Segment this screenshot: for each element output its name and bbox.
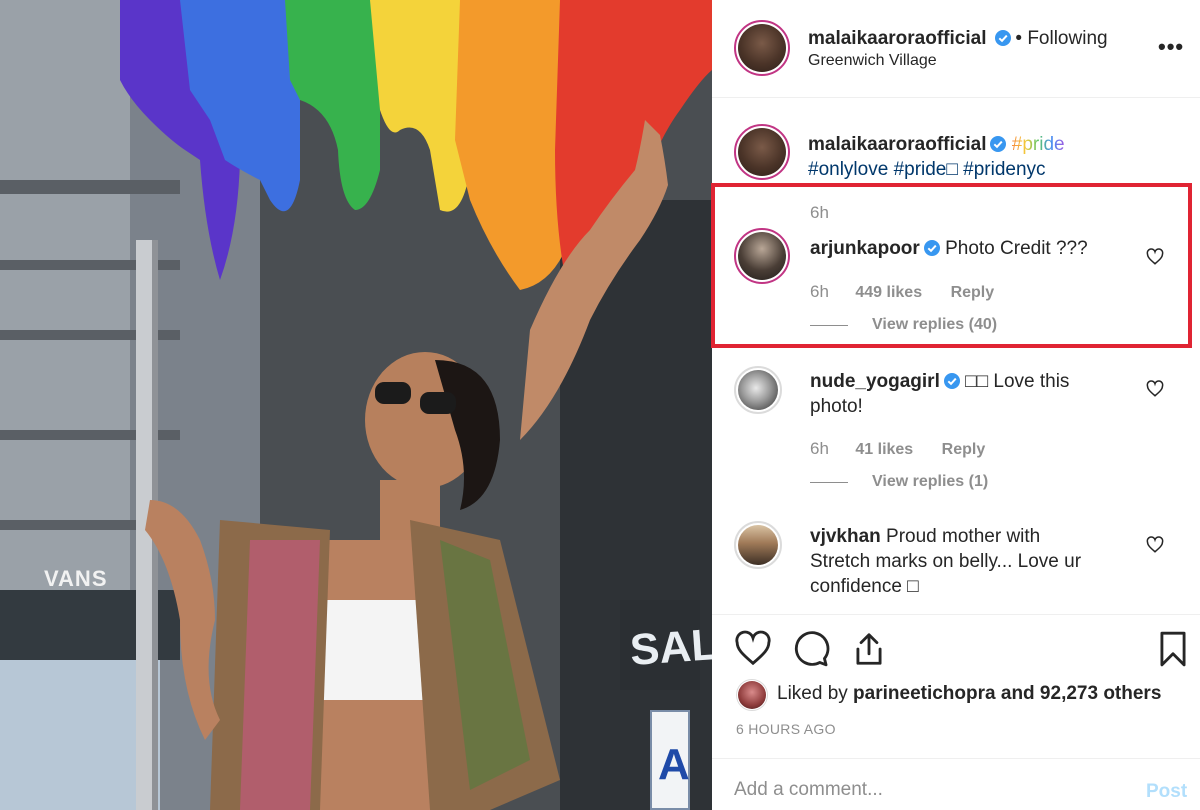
comment-like-heart-icon[interactable]: [1146, 536, 1164, 554]
comment-bubble-icon[interactable]: [792, 630, 830, 668]
post-photo[interactable]: VANS SALE A: [0, 0, 712, 810]
comment-meta: 6h 41 likes Reply: [810, 439, 1009, 459]
post-timestamp[interactable]: 6 HOURS AGO: [736, 721, 836, 737]
post-comment-button[interactable]: Post: [1146, 781, 1187, 803]
comment-text-line2: Stretch marks on belly... Love ur: [810, 551, 1082, 572]
verified-badge-icon: [994, 30, 1011, 46]
liked-by-summary[interactable]: Liked by parineetichopra and 92,273 othe…: [777, 683, 1161, 705]
comment-avatar-vjvkhan[interactable]: [734, 521, 782, 569]
comment-nude-yogagirl: nude_yogagirl □□ Love this photo!: [810, 369, 1069, 419]
comment-avatar-nude-yogagirl[interactable]: [734, 366, 782, 414]
comment-text-line1: Proud mother with: [886, 526, 1041, 547]
caption-username[interactable]: malaikaaroraofficial: [808, 134, 986, 155]
comment-vjvkhan: vjvkhan Proud mother with Stretch marks …: [810, 524, 1140, 599]
sale-sign: SALE: [628, 617, 712, 676]
comment-reply-button[interactable]: Reply: [942, 441, 986, 458]
caption-avatar[interactable]: [734, 124, 790, 180]
comment-username[interactable]: vjvkhan: [810, 526, 881, 547]
verified-badge-icon: [943, 373, 960, 389]
add-comment-bar: Post: [712, 758, 1200, 810]
vans-sign: VANS: [44, 566, 108, 591]
comment-text-line3: confidence □: [810, 576, 919, 597]
view-replies-label[interactable]: View replies (1): [872, 473, 988, 491]
highlighted-comment-frame: [711, 183, 1192, 348]
hashtag-pride-emoji[interactable]: #pride□: [894, 159, 958, 180]
post-side-panel: malaikaaroraofficial • Following Greenwi…: [712, 0, 1200, 810]
header-line: malaikaaroraofficial • Following: [808, 28, 1108, 50]
comment-likes[interactable]: 41 likes: [855, 441, 913, 458]
following-status[interactable]: • Following: [1015, 28, 1107, 49]
liked-by-user[interactable]: parineetichopra: [853, 683, 996, 704]
comment-text-line1: □□ Love this: [965, 371, 1070, 392]
hashtag-onlylove[interactable]: #onlylove: [808, 159, 888, 180]
hashtag-pridenyc[interactable]: #pridenyc: [963, 159, 1045, 180]
verified-badge-icon: [990, 136, 1007, 152]
view-replies-nude-yogagirl[interactable]: View replies (1): [810, 473, 988, 491]
share-icon[interactable]: [850, 630, 888, 668]
post-header: malaikaaroraofficial • Following Greenwi…: [712, 0, 1200, 98]
hashtag-pride[interactable]: #pride: [1012, 134, 1065, 155]
liked-by-prefix: Liked by: [777, 683, 854, 704]
comments-divider: [712, 614, 1200, 615]
comment-time: 6h: [810, 439, 829, 458]
liker-avatar[interactable]: [736, 679, 768, 711]
comment-like-heart-icon[interactable]: [1146, 380, 1164, 398]
a-sign-letter: A: [658, 740, 690, 789]
a-sign: A: [650, 710, 690, 810]
save-bookmark-icon[interactable]: [1154, 630, 1192, 668]
more-options-icon[interactable]: •••: [1158, 34, 1184, 60]
author-username[interactable]: malaikaaroraofficial: [808, 28, 986, 49]
comment-username[interactable]: nude_yogagirl: [810, 371, 940, 392]
like-heart-icon[interactable]: [734, 630, 772, 668]
post-photo-illustration: [0, 0, 712, 810]
post-caption: malaikaaroraofficial #pride #onlylove #p…: [808, 132, 1168, 182]
add-comment-input[interactable]: [734, 779, 1114, 801]
author-avatar[interactable]: [734, 20, 790, 76]
post-location[interactable]: Greenwich Village: [808, 52, 937, 70]
replies-divider: [810, 481, 848, 483]
liked-by-suffix[interactable]: and 92,273 others: [996, 683, 1162, 704]
comment-text-line2: photo!: [810, 396, 863, 417]
